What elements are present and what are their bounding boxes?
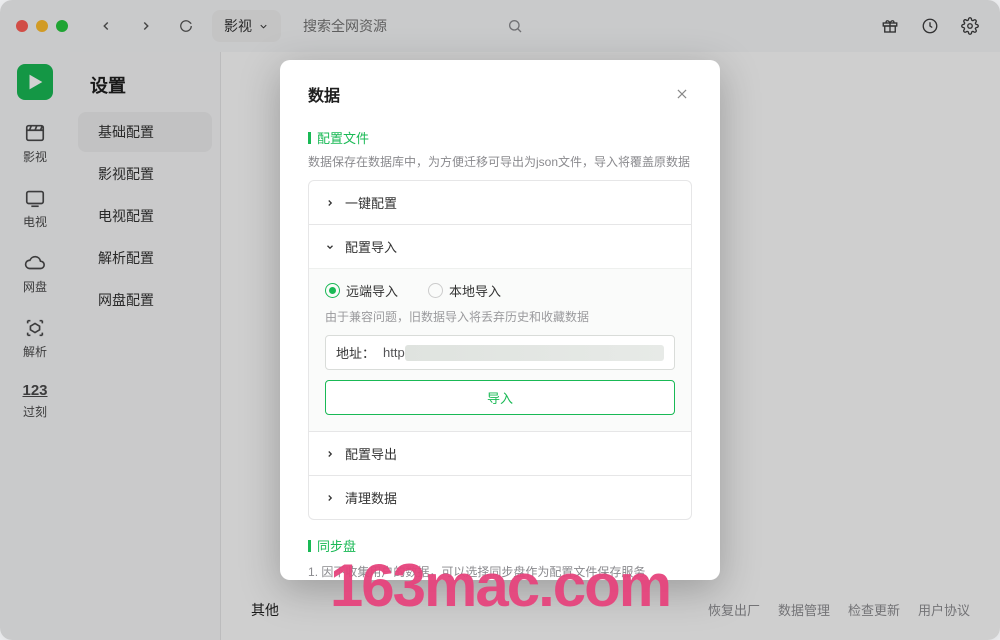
modal-title: 数据 [308,82,340,106]
acc-export: 配置导出 [309,431,691,475]
radio-label: 远端导入 [346,281,398,300]
modal-body: 配置文件 数据保存在数据库中，为方便迁移可导出为json文件，导入将覆盖原数据 … [280,116,720,580]
acc-label: 清理数据 [345,488,397,507]
address-row[interactable]: 地址： http [325,335,675,370]
radio-local[interactable]: 本地导入 [428,281,501,300]
close-modal-button[interactable] [672,84,692,104]
data-modal: 数据 配置文件 数据保存在数据库中，为方便迁移可导出为json文件，导入将覆盖原… [280,60,720,580]
import-warning: 由于兼容问题，旧数据导入将丢弃历史和收藏数据 [325,308,675,325]
app-window: 影视 影视 电视 网盘 [0,0,1000,640]
radio-label: 本地导入 [449,281,501,300]
address-blurred-value [405,345,664,361]
acc-import: 配置导入 远端导入 本地导入 [309,224,691,431]
address-prefix: http [383,345,405,360]
chevron-right-icon [325,198,335,208]
chevron-right-icon [325,493,335,503]
address-label: 地址： [336,343,375,362]
accordion: 一键配置 配置导入 远端导入 [308,180,692,520]
acc-body-import: 远端导入 本地导入 由于兼容问题，旧数据导入将丢弃历史和收藏数据 地址： htt… [309,268,691,431]
acc-label: 配置导出 [345,444,397,463]
acc-label: 配置导入 [345,237,397,256]
section-config-label: 配置文件 [308,128,692,147]
acc-one-click: 一键配置 [309,181,691,224]
sync-note-1: 因不收集用户的数据，可以选择同步盘作为配置文件保存服务 [308,561,692,580]
section-config-desc: 数据保存在数据库中，为方便迁移可导出为json文件，导入将覆盖原数据 [308,153,692,172]
section-sync-label: 同步盘 [308,536,692,555]
chevron-down-icon [325,242,335,252]
acc-label: 一键配置 [345,193,397,212]
acc-head-one-click[interactable]: 一键配置 [309,181,691,224]
modal-header: 数据 [280,60,720,116]
import-source-radios: 远端导入 本地导入 [325,281,675,300]
sync-notes: 因不收集用户的数据，可以选择同步盘作为配置文件保存服务 内置webdav作为同步… [308,561,692,580]
acc-cleanup: 清理数据 [309,475,691,519]
chevron-right-icon [325,449,335,459]
import-button[interactable]: 导入 [325,380,675,415]
close-icon [675,87,689,101]
acc-head-import[interactable]: 配置导入 [309,225,691,268]
radio-dot-on [325,283,340,298]
radio-remote[interactable]: 远端导入 [325,281,398,300]
acc-head-export[interactable]: 配置导出 [309,432,691,475]
radio-dot-off [428,283,443,298]
acc-head-cleanup[interactable]: 清理数据 [309,476,691,519]
